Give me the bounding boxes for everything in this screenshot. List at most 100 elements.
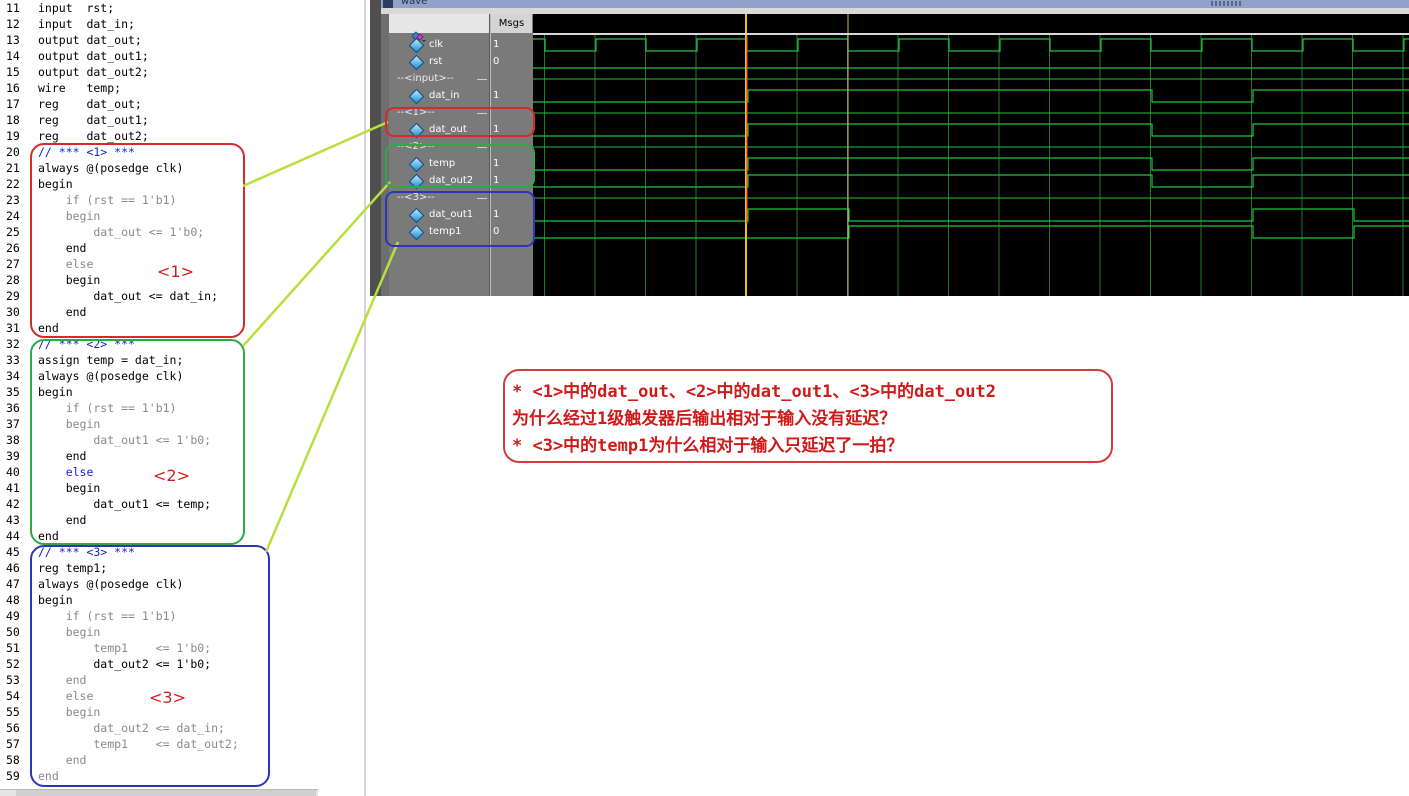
signal-value: 1 bbox=[493, 175, 500, 186]
line-number: 18 bbox=[6, 113, 20, 127]
signal-diamond-icon bbox=[408, 54, 425, 71]
signal-name: --<2>-- bbox=[397, 141, 435, 152]
waveform-canvas[interactable] bbox=[533, 14, 1409, 296]
signal-name: dat_out1 bbox=[429, 209, 474, 220]
divider-rule bbox=[477, 198, 487, 199]
question-note: * <1>中的dat_out、<2>中的dat_out1、<3>中的dat_ou… bbox=[503, 369, 1113, 463]
signal-name: --<input>-- bbox=[397, 73, 454, 84]
code-line: 14 output dat_out1; bbox=[0, 48, 149, 64]
code-line: 15 output dat_out2; bbox=[0, 64, 149, 80]
code-line: 18 reg dat_out1; bbox=[0, 112, 149, 128]
signal-diamond-icon bbox=[408, 207, 425, 224]
canvas-top-line bbox=[533, 33, 1409, 35]
signal-trace bbox=[533, 38, 1409, 52]
signal-trace bbox=[533, 89, 1409, 103]
signal-trace bbox=[533, 123, 1409, 137]
line-text: output dat_out2; bbox=[38, 65, 149, 79]
signal-value: 1 bbox=[493, 39, 500, 50]
note-line-1: * <1>中的dat_out、<2>中的dat_out1、<3>中的dat_ou… bbox=[512, 382, 996, 402]
line-number: 14 bbox=[6, 49, 20, 63]
signal-divider[interactable]: --<input>-- bbox=[389, 71, 532, 88]
signal-value: 1 bbox=[493, 124, 500, 135]
code-line: 17 reg dat_out; bbox=[0, 96, 142, 112]
code-line: 12 input dat_in; bbox=[0, 16, 135, 32]
line-number: 11 bbox=[6, 1, 20, 15]
signal-row[interactable]: temp1 0 bbox=[389, 224, 532, 241]
code-line: 19 reg dat_out2; bbox=[0, 128, 149, 144]
line-number: 16 bbox=[6, 81, 20, 95]
values-header: Msgs bbox=[491, 14, 532, 33]
signal-diamond-icon bbox=[408, 88, 425, 105]
note-line-3: * <3>中的temp1为什么相对于输入只延迟了一拍？ bbox=[512, 436, 904, 456]
line-number: 15 bbox=[6, 65, 20, 79]
wave-titlebar[interactable]: wave bbox=[381, 0, 1409, 8]
signal-divider[interactable]: --<3>-- bbox=[389, 190, 532, 207]
signal-name: temp1 bbox=[429, 226, 462, 237]
signal-divider[interactable]: --<1>-- bbox=[389, 105, 532, 122]
line-text: input dat_in; bbox=[38, 17, 135, 31]
line-number: 19 bbox=[6, 129, 20, 143]
window-icon bbox=[383, 0, 393, 8]
signal-value: 1 bbox=[493, 209, 500, 220]
titlebar-grip-icon[interactable] bbox=[1211, 1, 1241, 6]
code-line: 16 wire temp; bbox=[0, 80, 121, 96]
signal-diamond-icon bbox=[408, 224, 425, 241]
signal-name: --<3>-- bbox=[397, 192, 435, 203]
signal-diamond-icon bbox=[408, 156, 425, 173]
box-label-3: <3> bbox=[149, 688, 186, 707]
line-number: 12 bbox=[6, 17, 20, 31]
line-text: output dat_out; bbox=[38, 33, 142, 47]
signal-row[interactable]: rst 0 bbox=[389, 54, 532, 71]
signal-row[interactable]: dat_out1 1 bbox=[389, 207, 532, 224]
signal-name: temp bbox=[429, 158, 456, 169]
code-box-3 bbox=[30, 545, 270, 787]
code-box-1 bbox=[30, 143, 245, 338]
line-number: 17 bbox=[6, 97, 20, 111]
signal-value: 0 bbox=[493, 226, 500, 237]
signal-row[interactable]: temp 1 bbox=[389, 156, 532, 173]
wave-title: wave bbox=[401, 0, 428, 7]
signal-value: 1 bbox=[493, 90, 500, 101]
box-label-2: <2> bbox=[153, 466, 190, 485]
signal-divider[interactable]: --<2>-- bbox=[389, 139, 532, 156]
wave-window[interactable]: wave Msgs clk 1 rst 0 --<input>-- dat_in 1 --<1… bbox=[370, 0, 1409, 296]
signal-row[interactable]: clk 1 bbox=[389, 37, 532, 54]
divider-rule bbox=[477, 79, 487, 80]
signal-diamond-icon bbox=[408, 122, 425, 139]
signal-row[interactable]: dat_in 1 bbox=[389, 88, 532, 105]
code-line: 13 output dat_out; bbox=[0, 32, 142, 48]
signal-row[interactable]: dat_out2 1 bbox=[389, 173, 532, 190]
line-text: input rst; bbox=[38, 1, 115, 15]
signal-name: rst bbox=[429, 56, 443, 67]
signal-name: dat_out2 bbox=[429, 175, 474, 186]
signal-value: 1 bbox=[493, 158, 500, 169]
code-box-2 bbox=[30, 339, 245, 545]
signal-name: dat_in bbox=[429, 90, 460, 101]
wave-left-strip bbox=[370, 0, 381, 296]
waveform-traces bbox=[533, 14, 1409, 296]
line-number: 13 bbox=[6, 33, 20, 47]
divider-rule bbox=[477, 113, 487, 114]
signal-diamond-icon bbox=[408, 173, 425, 190]
signal-diamond-icon bbox=[408, 37, 425, 54]
line-text: wire temp; bbox=[38, 81, 122, 95]
signal-row[interactable]: dat_out 1 bbox=[389, 122, 532, 139]
box-label-1: <1> bbox=[157, 262, 194, 281]
note-line-2: 为什么经过1级触发器后输出相对于输入没有延迟？ bbox=[512, 409, 897, 429]
signal-value: 0 bbox=[493, 56, 500, 67]
line-text: reg dat_out; bbox=[38, 97, 142, 111]
signal-trace bbox=[533, 157, 1409, 171]
signal-trace bbox=[533, 174, 1409, 188]
line-text: reg dat_out2; bbox=[38, 129, 149, 143]
divider-rule bbox=[477, 147, 487, 148]
scrollbar-thumb[interactable] bbox=[16, 790, 316, 796]
signal-trace bbox=[533, 225, 1409, 239]
line-text: output dat_out1; bbox=[38, 49, 149, 63]
signal-name: clk bbox=[429, 39, 444, 50]
code-line: 11 input rst; bbox=[0, 0, 114, 16]
signal-name: dat_out bbox=[429, 124, 467, 135]
editor-border bbox=[364, 0, 366, 796]
signal-trace bbox=[533, 208, 1409, 222]
signal-name: --<1>-- bbox=[397, 107, 435, 118]
signal-names-header[interactable] bbox=[389, 14, 489, 42]
